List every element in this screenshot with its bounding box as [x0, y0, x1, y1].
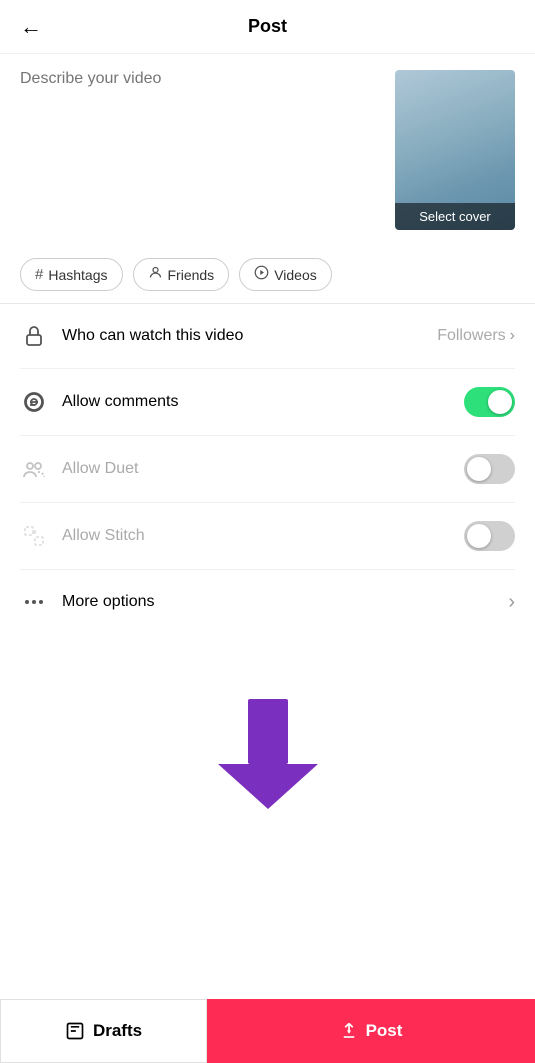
post-icon — [340, 1022, 358, 1040]
videos-icon — [254, 265, 269, 284]
drafts-button[interactable]: Drafts — [0, 999, 207, 1063]
allow-comments-toggle[interactable] — [464, 387, 515, 417]
more-options-chevron: › — [508, 591, 515, 614]
friends-button[interactable]: Friends — [133, 258, 230, 291]
download-arrow — [213, 694, 323, 814]
select-cover-label[interactable]: Select cover — [395, 203, 515, 230]
post-label: Post — [366, 1021, 403, 1041]
more-options-label: More options — [62, 593, 508, 611]
duet-icon — [20, 455, 48, 483]
post-button[interactable]: Post — [207, 999, 535, 1063]
toggle-thumb — [488, 390, 512, 414]
allow-duet-label: Allow Duet — [62, 460, 464, 478]
stitch-icon — [20, 522, 48, 550]
lock-icon — [20, 322, 48, 350]
cover-container: Select cover — [395, 70, 515, 230]
drafts-label: Drafts — [93, 1021, 142, 1041]
allow-stitch-label: Allow Stitch — [62, 527, 464, 545]
who-can-watch-label: Who can watch this video — [62, 327, 437, 345]
more-options-icon — [20, 588, 48, 616]
friends-icon — [148, 265, 163, 284]
allow-duet-toggle[interactable] — [464, 454, 515, 484]
tag-buttons-row: # Hashtags Friends Videos — [0, 246, 535, 304]
description-area: Select cover — [0, 54, 535, 246]
videos-label: Videos — [274, 267, 317, 283]
hashtag-icon: # — [35, 266, 43, 283]
more-options-row[interactable]: More options › — [20, 570, 515, 634]
back-button[interactable]: ← — [20, 14, 42, 40]
bottom-buttons: Drafts Post — [0, 999, 535, 1063]
chevron-icon: › — [510, 327, 515, 345]
hashtags-label: Hashtags — [48, 267, 107, 283]
page-title: Post — [248, 16, 287, 37]
settings-section: Who can watch this video Followers › All… — [0, 304, 535, 634]
comments-icon — [20, 388, 48, 416]
page-header: ← Post — [0, 0, 535, 54]
description-input[interactable] — [20, 70, 383, 230]
arrow-area — [0, 634, 535, 854]
who-can-watch-value: Followers › — [437, 327, 515, 345]
toggle-thumb — [467, 524, 491, 548]
hashtags-button[interactable]: # Hashtags — [20, 258, 123, 291]
friends-label: Friends — [168, 267, 215, 283]
allow-comments-label: Allow comments — [62, 393, 464, 411]
allow-comments-row: Allow comments — [20, 369, 515, 436]
videos-button[interactable]: Videos — [239, 258, 332, 291]
allow-stitch-row: Allow Stitch — [20, 503, 515, 570]
allow-duet-row: Allow Duet — [20, 436, 515, 503]
toggle-thumb — [467, 457, 491, 481]
drafts-icon — [65, 1021, 85, 1041]
allow-stitch-toggle[interactable] — [464, 521, 515, 551]
who-can-watch-row[interactable]: Who can watch this video Followers › — [20, 304, 515, 369]
